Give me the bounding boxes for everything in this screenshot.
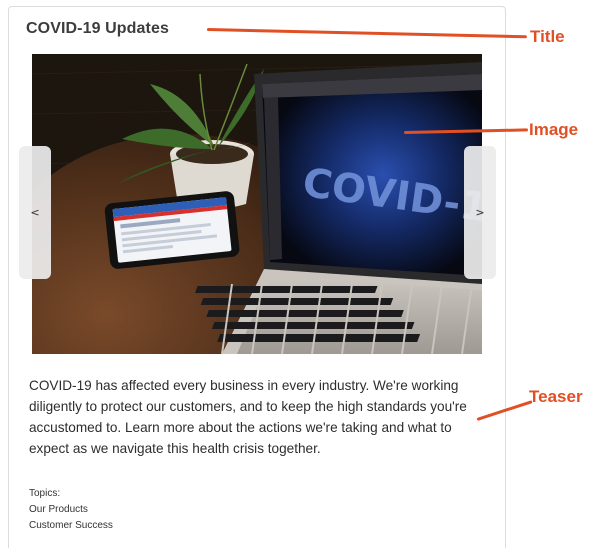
teaser-annotation-label: Teaser	[529, 387, 583, 406]
card-title: COVID-19 Updates	[26, 20, 169, 37]
carousel-prev-button[interactable]: <	[19, 146, 51, 279]
topic-our-products[interactable]: Our Products	[29, 502, 113, 518]
page: COVID-19 Updates COVID-19 < > COVID-19 h…	[0, 0, 595, 548]
carousel-next-button[interactable]: >	[464, 146, 496, 279]
topics-list: Topics: Our Products Customer Success	[29, 486, 113, 534]
image-annotation-label: Image	[529, 120, 579, 139]
laptop-desk-photo: COVID-19	[32, 54, 482, 354]
topic-customer-success[interactable]: Customer Success	[29, 518, 113, 534]
content-card: COVID-19 Updates COVID-19 < > COVID-19 h…	[8, 6, 506, 548]
title-annotation-label: Title	[530, 27, 565, 46]
carousel-image: COVID-19	[32, 54, 482, 354]
topics-label: Topics:	[29, 488, 61, 499]
card-teaser: COVID-19 has affected every business in …	[29, 378, 467, 456]
